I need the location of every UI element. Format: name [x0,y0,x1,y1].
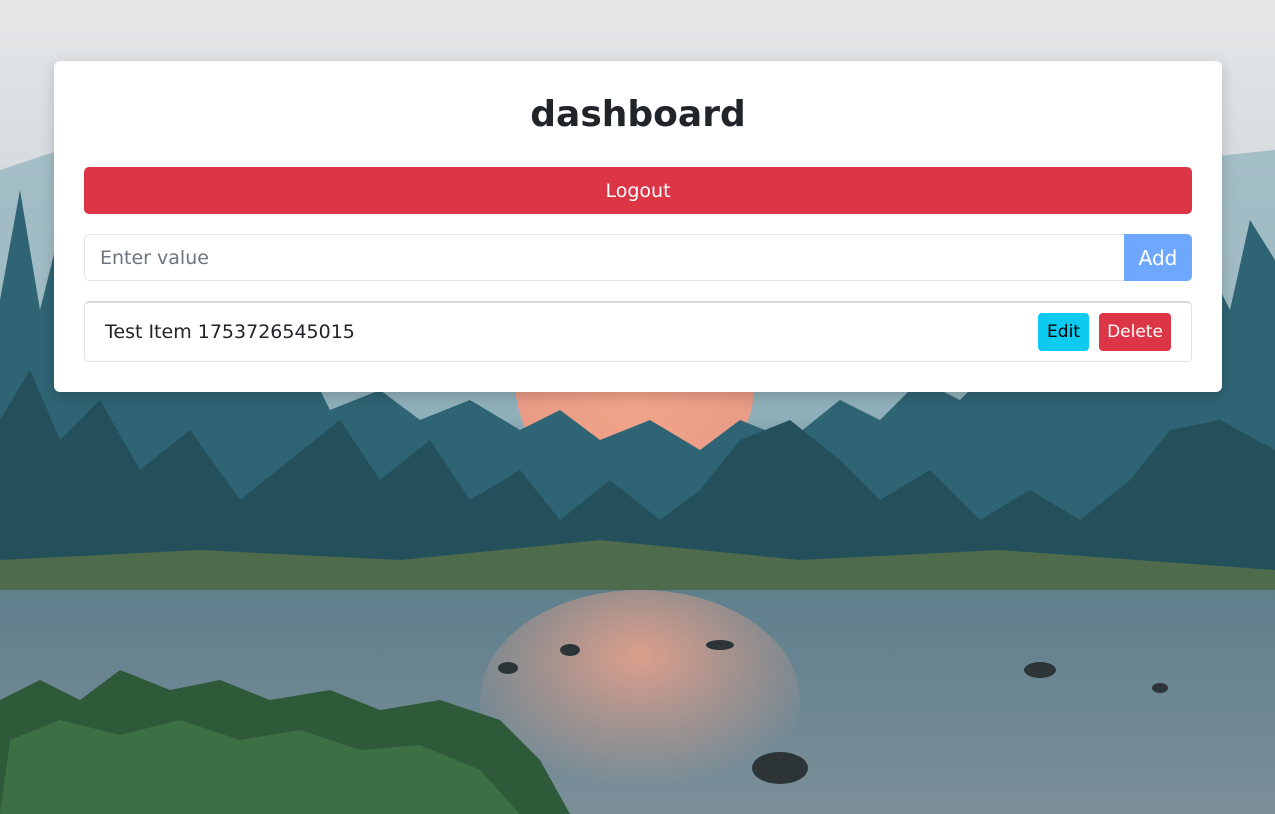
list-item-label: Test Item 1753726545015 [105,321,355,343]
page-title: dashboard [530,94,746,135]
item-list: Test Item 1753726545015 Edit Delete [84,301,1192,362]
add-item-input-group: Add [84,234,1192,281]
value-input[interactable] [84,234,1124,281]
logout-button[interactable]: Logout [84,167,1192,214]
list-item: Test Item 1753726545015 Edit Delete [84,301,1192,362]
dashboard-card: dashboard Logout Add Test Item 175372654… [54,61,1222,392]
add-button[interactable]: Add [1124,234,1192,281]
edit-button[interactable]: Edit [1038,313,1089,351]
delete-button[interactable]: Delete [1099,313,1171,351]
